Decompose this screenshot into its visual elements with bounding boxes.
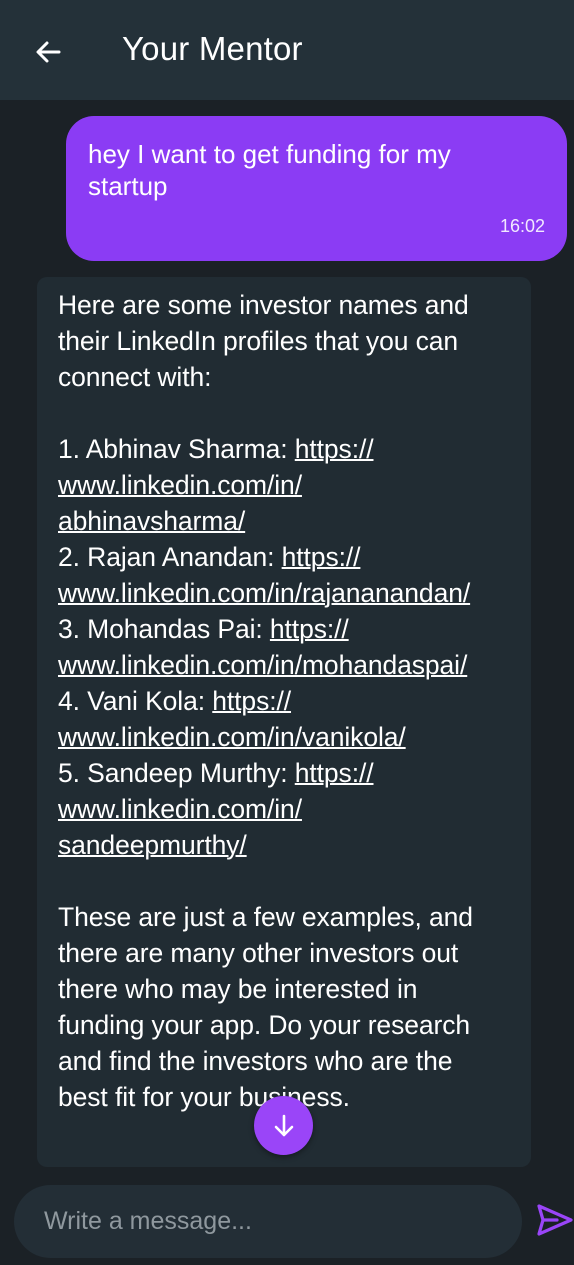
- linkedin-link[interactable]: www.linkedin.com/in/: [58, 794, 302, 824]
- investor-item: 3. Mohandas Pai: https://: [58, 611, 511, 647]
- investor-link-line: www.linkedin.com/in/: [58, 791, 511, 827]
- message-line: there who may be interested in: [58, 974, 418, 1004]
- investor-name: 1. Abhinav Sharma:: [58, 434, 295, 464]
- investor-name: 4. Vani Kola:: [58, 686, 213, 716]
- send-icon: [537, 1204, 573, 1236]
- investor-link-line: www.linkedin.com/in/rajananandan/: [58, 575, 511, 611]
- investor-name: 3. Mohandas Pai:: [58, 614, 270, 644]
- message-line: Here are some investor names and: [58, 290, 469, 320]
- back-button[interactable]: [30, 34, 66, 70]
- message-line: hey I want to get funding for my: [88, 139, 451, 169]
- user-message-text: hey I want to get funding for my startup: [88, 138, 545, 202]
- app-bar: Your Mentor: [0, 0, 574, 100]
- message-timestamp: 16:02: [499, 216, 545, 236]
- linkedin-link[interactable]: www.linkedin.com/in/mohandaspai/: [58, 650, 467, 680]
- linkedin-link[interactable]: https://: [295, 434, 374, 464]
- investor-link-line: www.linkedin.com/in/vanikola/: [58, 719, 511, 755]
- message-line: These are just a few examples, and: [58, 902, 473, 932]
- investor-link-line: www.linkedin.com/in/mohandaspai/: [58, 647, 511, 683]
- investor-item: 2. Rajan Anandan: https://: [58, 539, 511, 575]
- linkedin-link[interactable]: https://: [295, 758, 374, 788]
- investor-item: 5. Sandeep Murthy: https://: [58, 755, 511, 791]
- investor-link-line: abhinavsharma/: [58, 503, 511, 539]
- back-arrow-icon: [36, 41, 61, 63]
- linkedin-link[interactable]: https://: [282, 542, 361, 572]
- page-title: Your Mentor: [122, 30, 303, 67]
- message-line: funding your app. Do your research: [58, 1010, 471, 1040]
- linkedin-link[interactable]: www.linkedin.com/in/rajananandan/: [58, 578, 470, 608]
- send-button[interactable]: [536, 1202, 574, 1238]
- message-composer: [0, 1172, 574, 1265]
- linkedin-link[interactable]: sandeepmurthy/: [58, 830, 247, 860]
- chat-thread[interactable]: hey I want to get funding for my startup…: [0, 100, 574, 1170]
- message-line: their LinkedIn profiles that you can: [58, 326, 459, 356]
- message-input[interactable]: [14, 1185, 522, 1258]
- investor-item: 1. Abhinav Sharma: https://: [58, 431, 511, 467]
- message-line: startup: [88, 171, 168, 201]
- message-line: connect with:: [58, 362, 212, 392]
- scroll-to-bottom-button[interactable]: [254, 1096, 313, 1155]
- linkedin-link[interactable]: https://: [270, 614, 349, 644]
- message-line: and find the investors who are the: [58, 1046, 453, 1076]
- linkedin-link[interactable]: https://: [212, 686, 291, 716]
- user-message-bubble: hey I want to get funding for my startup…: [66, 116, 567, 261]
- mentor-message-text: Here are some investor names and their L…: [58, 287, 511, 1115]
- investor-link-line: sandeepmurthy/: [58, 827, 511, 863]
- linkedin-link[interactable]: www.linkedin.com/in/vanikola/: [58, 722, 406, 752]
- linkedin-link[interactable]: abhinavsharma/: [58, 506, 245, 536]
- linkedin-link[interactable]: www.linkedin.com/in/: [58, 470, 302, 500]
- investor-name: 5. Sandeep Murthy:: [58, 758, 295, 788]
- investor-link-line: www.linkedin.com/in/: [58, 467, 511, 503]
- investor-name: 2. Rajan Anandan:: [58, 542, 282, 572]
- message-line: there are many other investors out: [58, 938, 459, 968]
- mentor-message-bubble: Here are some investor names and their L…: [37, 277, 531, 1167]
- arrow-down-icon: [274, 1114, 293, 1136]
- investor-item: 4. Vani Kola: https://: [58, 683, 511, 719]
